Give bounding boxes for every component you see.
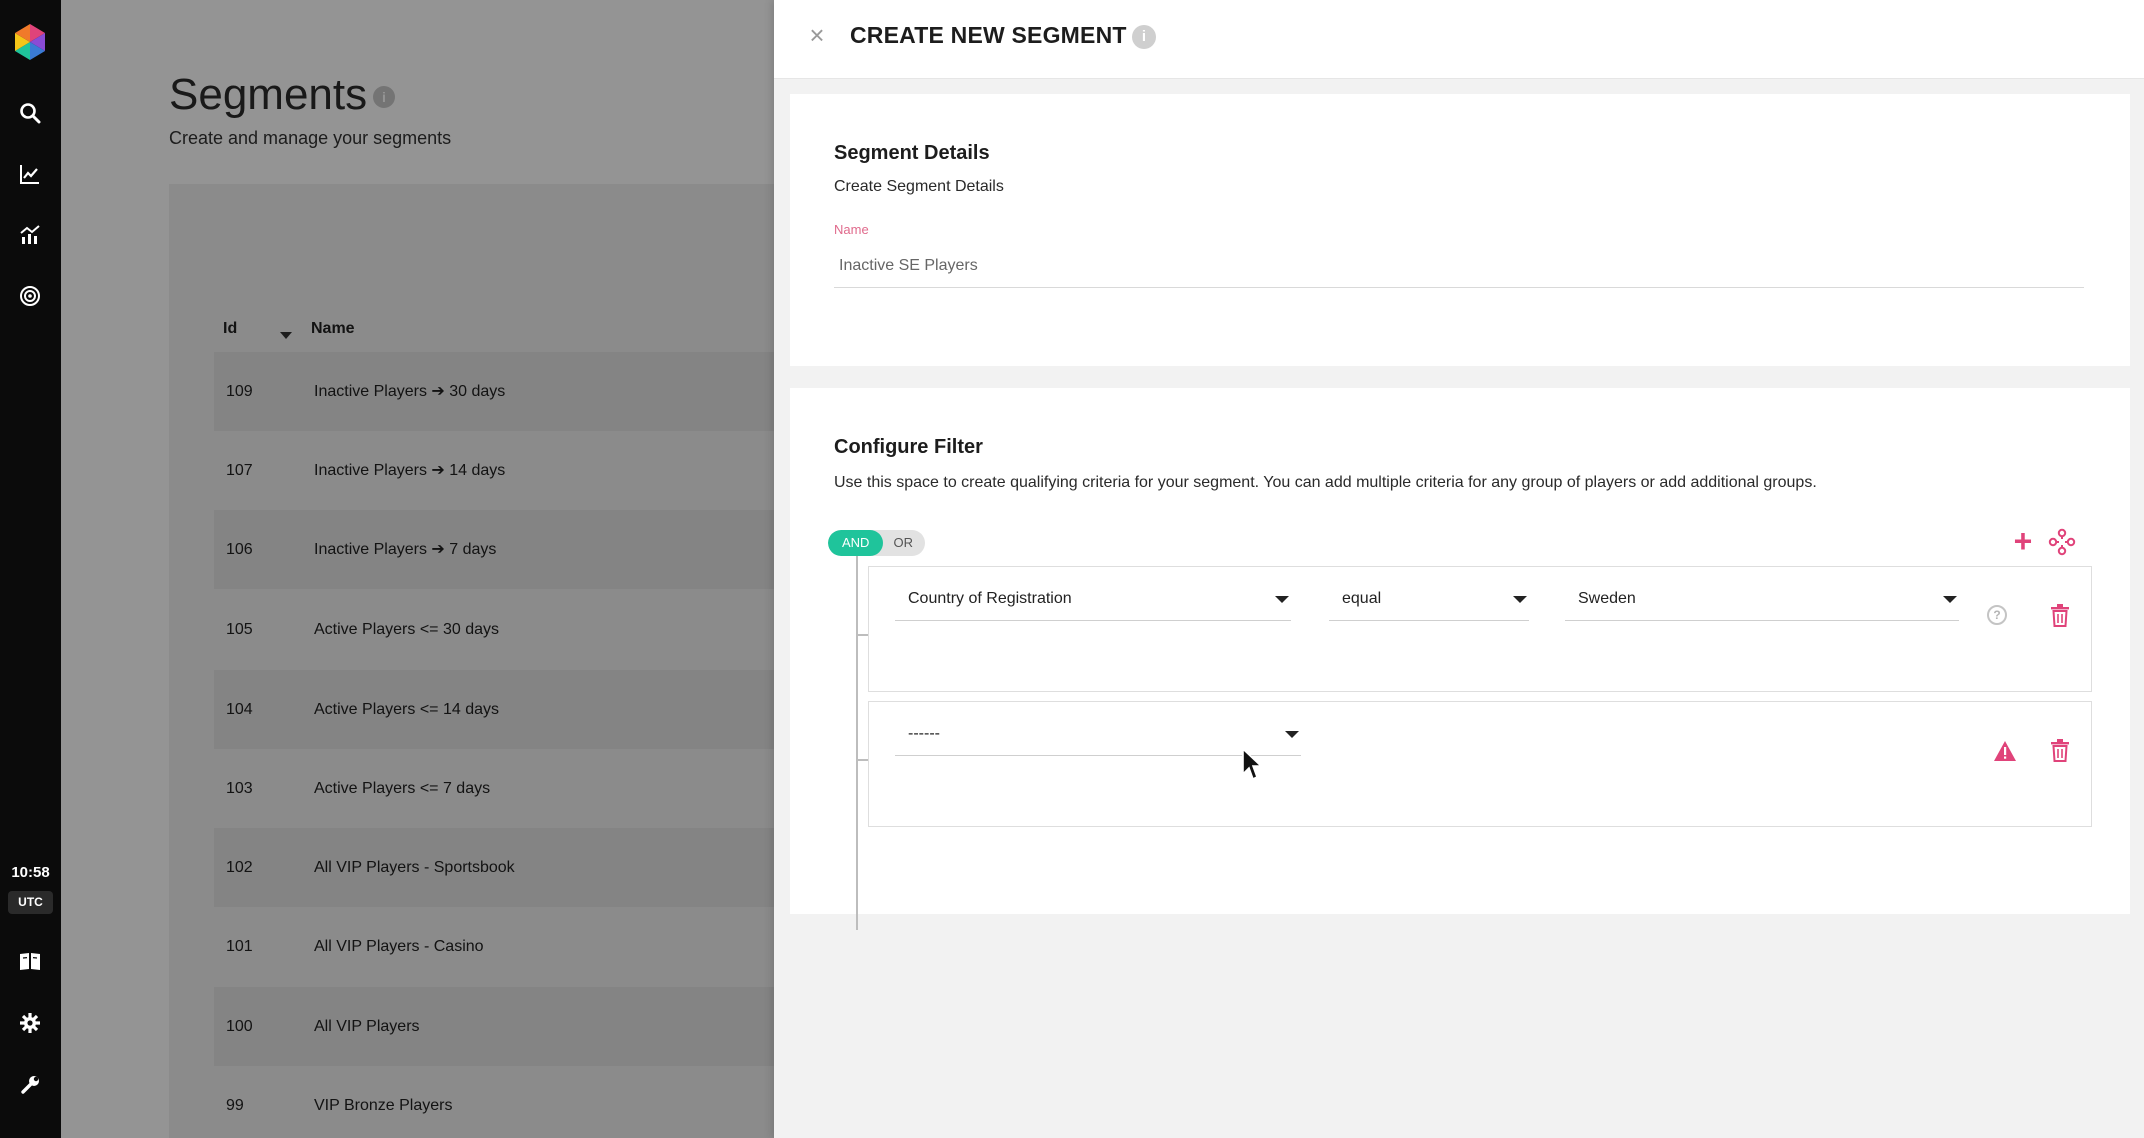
- tree-connector: [856, 634, 868, 636]
- nav-rail: 10:58 UTC: [0, 0, 61, 1138]
- line-chart-icon[interactable]: [14, 158, 46, 190]
- value-select-value: Sweden: [1578, 590, 1636, 607]
- field-select-value: ------: [908, 725, 940, 742]
- mouse-cursor-icon: [1242, 747, 1264, 782]
- timezone-badge: UTC: [8, 891, 53, 914]
- tree-connector: [856, 556, 858, 930]
- segment-details-card: Segment Details Create Segment Details N…: [790, 94, 2130, 366]
- criteria-row: Country of Registration equal Sweden ?: [868, 566, 2092, 692]
- and-option[interactable]: AND: [828, 530, 884, 556]
- operator-select-value: equal: [1342, 590, 1382, 607]
- segment-details-heading: Segment Details: [834, 142, 990, 164]
- analytics-icon[interactable]: [14, 219, 46, 251]
- help-icon[interactable]: ?: [1987, 605, 2007, 625]
- warning-icon: [1993, 740, 2017, 762]
- trash-icon[interactable]: [2049, 738, 2071, 762]
- name-label: Name: [834, 222, 869, 237]
- trash-icon[interactable]: [2049, 603, 2071, 627]
- chevron-down-icon: [1513, 596, 1527, 603]
- segment-name-input[interactable]: [834, 244, 2084, 288]
- segment-details-subheading: Create Segment Details: [834, 178, 1004, 195]
- clock-time: 10:58: [11, 864, 50, 881]
- configure-filter-card: Configure Filter Use this space to creat…: [790, 388, 2130, 930]
- book-icon[interactable]: [14, 945, 46, 977]
- drawer-header: × CREATE NEW SEGMENT i: [774, 0, 2144, 79]
- search-icon[interactable]: [14, 97, 46, 129]
- drawer-title: CREATE NEW SEGMENT: [850, 22, 1127, 48]
- configure-filter-description: Use this space to create qualifying crit…: [834, 474, 1817, 491]
- value-select[interactable]: Sweden: [1565, 577, 1959, 621]
- or-option[interactable]: OR: [883, 530, 925, 556]
- add-group-icon[interactable]: [2048, 528, 2076, 556]
- tree-connector: [856, 759, 868, 761]
- target-icon[interactable]: [14, 280, 46, 312]
- and-or-toggle[interactable]: AND OR: [828, 530, 925, 556]
- chevron-down-icon: [1275, 596, 1289, 603]
- operator-select[interactable]: equal: [1329, 577, 1529, 621]
- info-icon[interactable]: i: [1132, 25, 1156, 49]
- field-select[interactable]: Country of Registration: [895, 577, 1291, 621]
- field-select-value: Country of Registration: [908, 590, 1072, 607]
- chevron-down-icon: [1943, 596, 1957, 603]
- create-segment-drawer: × CREATE NEW SEGMENT i Segment Details C…: [774, 0, 2144, 1138]
- gear-icon[interactable]: [14, 1007, 46, 1039]
- criteria-row: ------: [868, 701, 2092, 827]
- close-icon[interactable]: ×: [802, 20, 832, 50]
- add-criteria-button[interactable]: +: [2009, 525, 2037, 557]
- configure-filter-heading: Configure Filter: [834, 436, 983, 458]
- wrench-icon[interactable]: [14, 1069, 46, 1101]
- logo-icon[interactable]: [12, 22, 48, 62]
- chevron-down-icon: [1285, 731, 1299, 738]
- field-select[interactable]: ------: [895, 712, 1301, 756]
- modal-overlay[interactable]: [61, 0, 774, 1138]
